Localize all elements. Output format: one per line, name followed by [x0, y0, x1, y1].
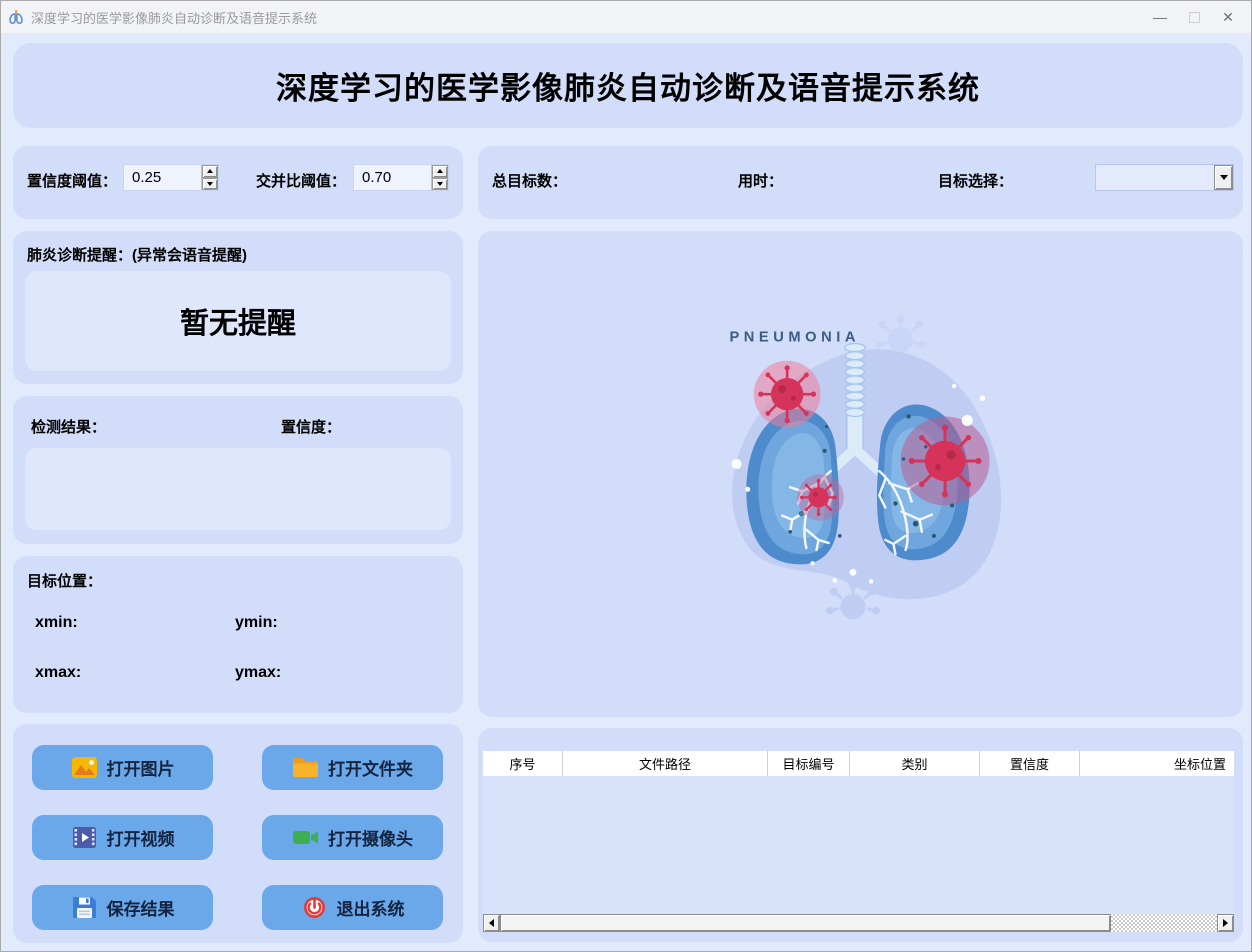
header-panel: 深度学习的医学影像肺炎自动诊断及语音提示系统 — [13, 43, 1243, 128]
folder-icon — [293, 758, 318, 777]
spin-up-button[interactable] — [202, 165, 218, 178]
illustration-caption: PNEUMONIA — [729, 330, 860, 346]
virus-silhouette-bottom — [825, 581, 880, 620]
elapsed-time-label: 用时： — [738, 173, 784, 190]
minimize-button[interactable]: — — [1143, 4, 1177, 30]
scrollbar-track[interactable] — [1111, 914, 1217, 932]
actions-panel: 打开图片 打开文件夹 打开视频 打开摄像头 保存结果 退出系统 — [13, 724, 463, 943]
up-arrow-icon — [207, 169, 213, 174]
xmax-label: xmax: — [35, 664, 82, 681]
alert-message-box: 暂无提醒 — [25, 271, 451, 371]
down-arrow-icon — [437, 181, 443, 186]
ymax-label: ymax: — [235, 664, 282, 681]
open-folder-button[interactable]: 打开文件夹 — [262, 745, 443, 790]
detection-result-box — [25, 448, 451, 530]
confidence-threshold-spinbox[interactable]: 0.25 — [123, 164, 219, 191]
thresholds-panel: 置信度阈值： 0.25 交并比阈值： 0.70 — [13, 146, 463, 219]
image-viewer-panel: PNEUMONIA — [478, 231, 1243, 717]
position-panel: 目标位置： xmin: ymin: xmax: ymax: — [13, 556, 463, 713]
right-arrow-icon — [1223, 919, 1228, 927]
save-results-button[interactable]: 保存结果 — [32, 885, 213, 930]
total-targets-label: 总目标数： — [492, 173, 568, 190]
exit-system-button[interactable]: 退出系统 — [262, 885, 443, 930]
save-icon — [72, 897, 96, 918]
left-arrow-icon — [489, 919, 494, 927]
open-image-button[interactable]: 打开图片 — [32, 745, 213, 790]
iou-threshold-label: 交并比阈值： — [256, 173, 347, 190]
iou-threshold-value[interactable]: 0.70 — [354, 165, 431, 190]
image-icon — [71, 757, 97, 778]
virus-silhouette-top — [875, 315, 926, 353]
close-button[interactable]: ✕ — [1211, 4, 1245, 30]
stats-panel: 总目标数： 用时： 目标选择： — [478, 146, 1243, 219]
maximize-icon — [1188, 11, 1200, 23]
target-select-label: 目标选择： — [938, 173, 1014, 190]
scroll-right-button[interactable] — [1217, 914, 1234, 932]
iou-threshold-spinbox[interactable]: 0.70 — [353, 164, 449, 191]
app-window: 深度学习的医学影像肺炎自动诊断及语音提示系统 — ✕ 深度学习的医学影像肺炎自动… — [0, 0, 1252, 952]
column-header-index[interactable]: 序号 — [483, 751, 563, 776]
maximize-button[interactable] — [1177, 4, 1211, 30]
page-title: 深度学习的医学影像肺炎自动诊断及语音提示系统 — [276, 71, 980, 106]
detection-confidence-label: 置信度： — [281, 419, 342, 436]
dropdown-button[interactable] — [1214, 165, 1233, 190]
results-table: 序号 文件路径 目标编号 类别 置信度 坐标位置 — [483, 751, 1234, 914]
detection-result-label: 检测结果： — [31, 419, 107, 436]
confidence-threshold-value[interactable]: 0.25 — [124, 165, 201, 190]
chevron-down-icon — [1219, 175, 1228, 180]
confidence-threshold-label: 置信度阈值： — [27, 173, 118, 190]
column-header-filepath[interactable]: 文件路径 — [563, 751, 768, 776]
open-video-button[interactable]: 打开视频 — [32, 815, 213, 860]
pneumonia-illustration: PNEUMONIA — [729, 315, 1002, 620]
detection-panel: 检测结果： 置信度： — [13, 396, 463, 544]
target-select-dropdown[interactable] — [1095, 164, 1234, 191]
video-icon — [72, 827, 96, 848]
spinner-buttons — [201, 165, 218, 190]
titlebar: 深度学习的医学影像肺炎自动诊断及语音提示系统 — ✕ — [1, 1, 1251, 33]
spin-up-button[interactable] — [432, 165, 448, 178]
results-table-panel: 序号 文件路径 目标编号 类别 置信度 坐标位置 — [478, 728, 1243, 942]
column-header-class[interactable]: 类别 — [850, 751, 980, 776]
column-header-confidence[interactable]: 置信度 — [980, 751, 1080, 776]
power-icon — [303, 897, 325, 918]
spin-down-button[interactable] — [432, 177, 448, 190]
scrollbar-thumb[interactable] — [500, 914, 1111, 932]
virus-top-left — [758, 365, 817, 424]
spin-down-button[interactable] — [202, 177, 218, 190]
spinner-buttons — [431, 165, 448, 190]
open-camera-button[interactable]: 打开摄像头 — [262, 815, 443, 860]
app-lungs-icon — [9, 10, 23, 24]
ymin-label: ymin: — [235, 614, 278, 631]
down-arrow-icon — [207, 181, 213, 186]
virus-small — [800, 478, 838, 516]
window-title: 深度学习的医学影像肺炎自动诊断及语音提示系统 — [31, 10, 318, 26]
target-select-value[interactable] — [1096, 165, 1214, 190]
alert-panel: 肺炎诊断提醒：(异常会语音提醒) 暂无提醒 — [13, 231, 463, 384]
camera-icon — [293, 831, 318, 844]
column-header-coords[interactable]: 坐标位置 — [1080, 751, 1234, 776]
scroll-left-button[interactable] — [483, 914, 500, 932]
alert-label: 肺炎诊断提醒：(异常会语音提醒) — [27, 247, 247, 264]
column-header-target-id[interactable]: 目标编号 — [768, 751, 850, 776]
table-header-row: 序号 文件路径 目标编号 类别 置信度 坐标位置 — [483, 751, 1234, 776]
xmin-label: xmin: — [35, 614, 78, 631]
target-position-label: 目标位置： — [27, 573, 103, 590]
horizontal-scrollbar[interactable] — [483, 914, 1234, 932]
up-arrow-icon — [437, 169, 443, 174]
